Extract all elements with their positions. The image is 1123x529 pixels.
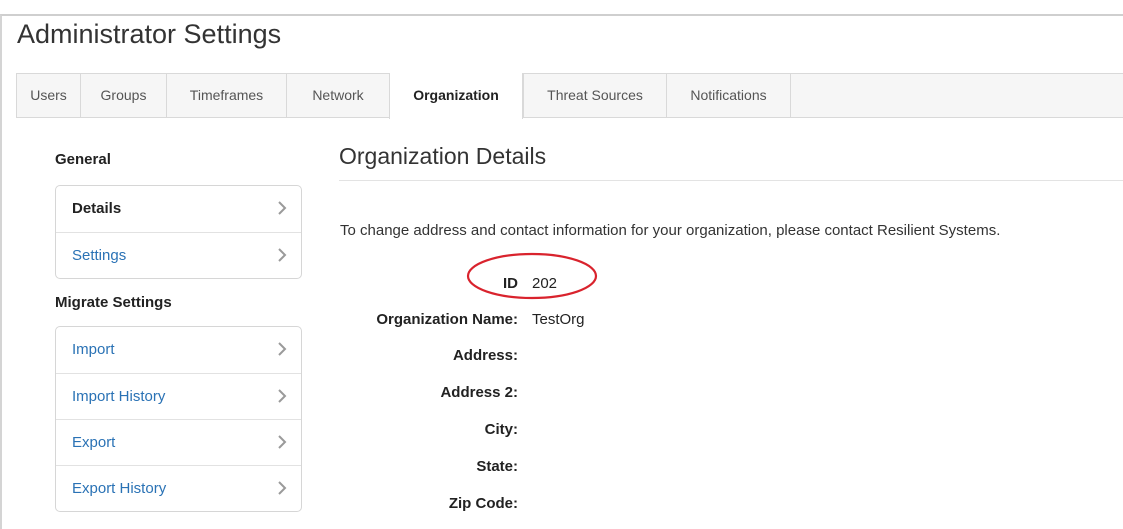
sidebar-group-migrate: Import Import History Export Export Hist… <box>55 326 302 512</box>
sidebar-item-label: Settings <box>72 247 127 264</box>
field-value-organization-name: TestOrg <box>532 311 585 328</box>
field-label-address: Address: <box>452 347 518 364</box>
field-label-zip-code: Zip Code: <box>448 495 518 512</box>
sidebar-heading-general: General <box>55 151 111 168</box>
sidebar-item-label: Export <box>72 434 116 451</box>
sidebar-item-label: Export History <box>72 480 167 497</box>
sidebar-item-label: Import <box>72 341 115 358</box>
sidebar-item-export-history[interactable]: Export History <box>56 465 301 511</box>
page-title: Administrator Settings <box>17 19 282 49</box>
contact-notice: To change address and contact informatio… <box>340 222 1001 239</box>
sidebar-item-label: Import History <box>72 388 166 405</box>
tab-timeframes[interactable]: Timeframes <box>166 73 286 118</box>
field-label-organization-name: Organization Name: <box>376 311 518 328</box>
sidebar-group-general: Details Settings <box>55 185 302 279</box>
chevron-right-icon <box>277 466 289 512</box>
tab-bar: Users Groups Timeframes Network Organiza… <box>16 73 1123 119</box>
section-title: Organization Details <box>339 143 547 169</box>
tab-groups[interactable]: Groups <box>80 73 166 118</box>
sidebar-item-settings[interactable]: Settings <box>56 232 301 278</box>
tab-network[interactable]: Network <box>286 73 389 118</box>
tab-threat-sources[interactable]: Threat Sources <box>523 73 666 118</box>
tab-notifications[interactable]: Notifications <box>666 73 791 118</box>
section-divider <box>339 180 1123 181</box>
sidebar-heading-migrate: Migrate Settings <box>55 294 172 311</box>
chevron-right-icon <box>277 420 289 466</box>
chevron-right-icon <box>277 186 289 232</box>
tab-users[interactable]: Users <box>16 73 80 118</box>
sidebar-item-label: Details <box>72 200 122 217</box>
sidebar-item-details[interactable]: Details <box>56 186 301 232</box>
sidebar-item-import-history[interactable]: Import History <box>56 373 301 419</box>
tab-organization[interactable]: Organization <box>389 73 523 119</box>
field-label-address-2: Address 2: <box>440 384 518 401</box>
field-label-state: State: <box>476 458 518 475</box>
chevron-right-icon <box>277 374 289 420</box>
sidebar-item-export[interactable]: Export <box>56 419 301 465</box>
chevron-right-icon <box>277 327 289 373</box>
field-label-city: City: <box>484 421 518 438</box>
chevron-right-icon <box>277 233 289 279</box>
highlight-ellipse <box>466 252 598 300</box>
sidebar-item-import[interactable]: Import <box>56 327 301 373</box>
